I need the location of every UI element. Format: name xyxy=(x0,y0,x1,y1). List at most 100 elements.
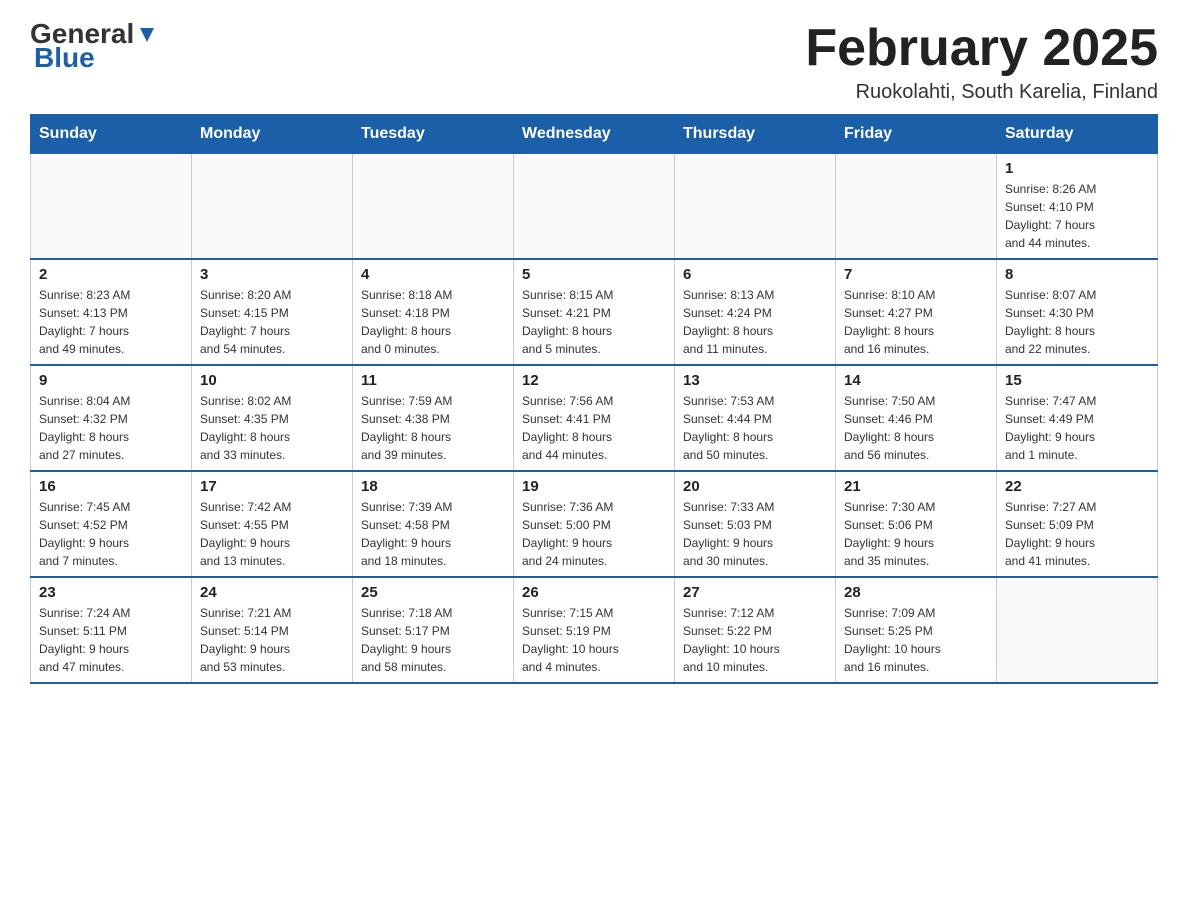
day-info: Sunrise: 7:42 AM xyxy=(200,498,344,516)
day-info: Sunset: 4:30 PM xyxy=(1005,304,1149,322)
day-number: 10 xyxy=(200,372,344,389)
day-info: Daylight: 8 hours xyxy=(683,322,827,340)
day-info: Daylight: 9 hours xyxy=(844,534,988,552)
table-row: 15Sunrise: 7:47 AMSunset: 4:49 PMDayligh… xyxy=(997,365,1158,471)
day-info: Sunset: 4:41 PM xyxy=(522,410,666,428)
day-info: and 47 minutes. xyxy=(39,658,183,676)
day-info: Daylight: 9 hours xyxy=(683,534,827,552)
day-info: Sunset: 5:22 PM xyxy=(683,622,827,640)
table-row: 10 Sunrise: 8:02 AMSunset: 4:35 PMDayligh… xyxy=(192,365,353,471)
table-row: 25Sunrise: 7:18 AMSunset: 5:17 PMDayligh… xyxy=(353,577,514,683)
day-info: and 35 minutes. xyxy=(844,552,988,570)
day-info: and 18 minutes. xyxy=(361,552,505,570)
day-info: Daylight: 8 hours xyxy=(522,322,666,340)
header-sunday: Sunday xyxy=(31,115,192,154)
day-info: Sunset: 4:21 PM xyxy=(522,304,666,322)
day-info: Sunrise: 7:09 AM xyxy=(844,604,988,622)
day-info: Daylight: 8 hours xyxy=(844,428,988,446)
day-info: Sunset: 5:00 PM xyxy=(522,516,666,534)
day-number: 11 xyxy=(361,372,505,389)
day-number: 2 xyxy=(39,266,183,283)
week-row-4: 23Sunrise: 7:24 AMSunset: 5:11 PMDayligh… xyxy=(31,577,1158,683)
day-info: Sunrise: 7:45 AM xyxy=(39,498,183,516)
day-info: Sunset: 4:38 PM xyxy=(361,410,505,428)
day-number: 8 xyxy=(1005,266,1149,283)
day-info: Sunrise: 7:24 AM xyxy=(39,604,183,622)
day-info: Daylight: 9 hours xyxy=(39,640,183,658)
day-info: and 44 minutes. xyxy=(1005,234,1149,252)
table-row: 8 Sunrise: 8:07 AMSunset: 4:30 PMDaylight… xyxy=(997,259,1158,365)
day-info: and 53 minutes. xyxy=(200,658,344,676)
day-info: Daylight: 8 hours xyxy=(361,322,505,340)
day-info: Sunset: 4:35 PM xyxy=(200,410,344,428)
table-row xyxy=(836,154,997,260)
day-number: 7 xyxy=(844,266,988,283)
day-info: and 7 minutes. xyxy=(39,552,183,570)
day-info: and 33 minutes. xyxy=(200,446,344,464)
day-info: Daylight: 9 hours xyxy=(1005,428,1149,446)
day-info: Sunrise: 8:15 AM xyxy=(522,286,666,304)
day-info: Sunrise: 8:07 AM xyxy=(1005,286,1149,304)
table-row xyxy=(192,154,353,260)
day-info: Sunrise: 7:39 AM xyxy=(361,498,505,516)
day-info: Daylight: 8 hours xyxy=(200,428,344,446)
day-info: Sunset: 4:27 PM xyxy=(844,304,988,322)
day-info: Daylight: 8 hours xyxy=(683,428,827,446)
header-monday: Monday xyxy=(192,115,353,154)
day-info: Sunrise: 8:20 AM xyxy=(200,286,344,304)
day-info: Sunrise: 7:33 AM xyxy=(683,498,827,516)
day-info: Sunrise: 8:10 AM xyxy=(844,286,988,304)
day-info: Daylight: 8 hours xyxy=(361,428,505,446)
day-number: 26 xyxy=(522,584,666,601)
table-row: 5Sunrise: 8:15 AMSunset: 4:21 PMDaylight… xyxy=(514,259,675,365)
month-title: February 2025 xyxy=(805,20,1158,77)
day-info: Daylight: 7 hours xyxy=(1005,216,1149,234)
table-row: 6Sunrise: 8:13 AMSunset: 4:24 PMDaylight… xyxy=(675,259,836,365)
day-info: Sunrise: 7:50 AM xyxy=(844,392,988,410)
table-row: 24Sunrise: 7:21 AMSunset: 5:14 PMDayligh… xyxy=(192,577,353,683)
day-info: Daylight: 8 hours xyxy=(1005,322,1149,340)
day-info: and 10 minutes. xyxy=(683,658,827,676)
day-number: 24 xyxy=(200,584,344,601)
day-info: Sunrise: 8:04 AM xyxy=(39,392,183,410)
day-number: 25 xyxy=(361,584,505,601)
location: Ruokolahti, South Karelia, Finland xyxy=(805,81,1158,104)
day-number: 19 xyxy=(522,478,666,495)
table-row: 13Sunrise: 7:53 AMSunset: 4:44 PMDayligh… xyxy=(675,365,836,471)
week-row-0: 1Sunrise: 8:26 AMSunset: 4:10 PMDaylight… xyxy=(31,154,1158,260)
day-info: Daylight: 7 hours xyxy=(39,322,183,340)
day-info: Sunset: 4:13 PM xyxy=(39,304,183,322)
day-info: Daylight: 7 hours xyxy=(200,322,344,340)
day-info: Sunrise: 7:47 AM xyxy=(1005,392,1149,410)
day-info: and 49 minutes. xyxy=(39,340,183,358)
day-info: Sunrise: 7:56 AM xyxy=(522,392,666,410)
day-info: Sunrise: 7:30 AM xyxy=(844,498,988,516)
day-info: Sunset: 4:10 PM xyxy=(1005,198,1149,216)
day-info: Sunset: 4:46 PM xyxy=(844,410,988,428)
day-info: Sunset: 4:52 PM xyxy=(39,516,183,534)
header-saturday: Saturday xyxy=(997,115,1158,154)
day-info: Sunrise: 8:02 AM xyxy=(200,392,344,410)
day-info: Sunrise: 7:21 AM xyxy=(200,604,344,622)
table-row: 1Sunrise: 8:26 AMSunset: 4:10 PMDaylight… xyxy=(997,154,1158,260)
day-info: and 24 minutes. xyxy=(522,552,666,570)
day-info: Daylight: 9 hours xyxy=(39,534,183,552)
day-info: and 1 minute. xyxy=(1005,446,1149,464)
day-info: Sunset: 4:32 PM xyxy=(39,410,183,428)
table-row: 14Sunrise: 7:50 AMSunset: 4:46 PMDayligh… xyxy=(836,365,997,471)
day-info: and 30 minutes. xyxy=(683,552,827,570)
day-info: and 39 minutes. xyxy=(361,446,505,464)
table-row: 27Sunrise: 7:12 AMSunset: 5:22 PMDayligh… xyxy=(675,577,836,683)
table-row: 22Sunrise: 7:27 AMSunset: 5:09 PMDayligh… xyxy=(997,471,1158,577)
header-tuesday: Tuesday xyxy=(353,115,514,154)
week-row-3: 16Sunrise: 7:45 AMSunset: 4:52 PMDayligh… xyxy=(31,471,1158,577)
header-wednesday: Wednesday xyxy=(514,115,675,154)
day-info: Sunset: 4:44 PM xyxy=(683,410,827,428)
day-number: 27 xyxy=(683,584,827,601)
day-info: and 0 minutes. xyxy=(361,340,505,358)
day-info: Sunrise: 8:18 AM xyxy=(361,286,505,304)
logo-triangle-icon xyxy=(136,24,158,46)
table-row: 20Sunrise: 7:33 AMSunset: 5:03 PMDayligh… xyxy=(675,471,836,577)
day-number: 6 xyxy=(683,266,827,283)
day-info: Sunrise: 7:18 AM xyxy=(361,604,505,622)
